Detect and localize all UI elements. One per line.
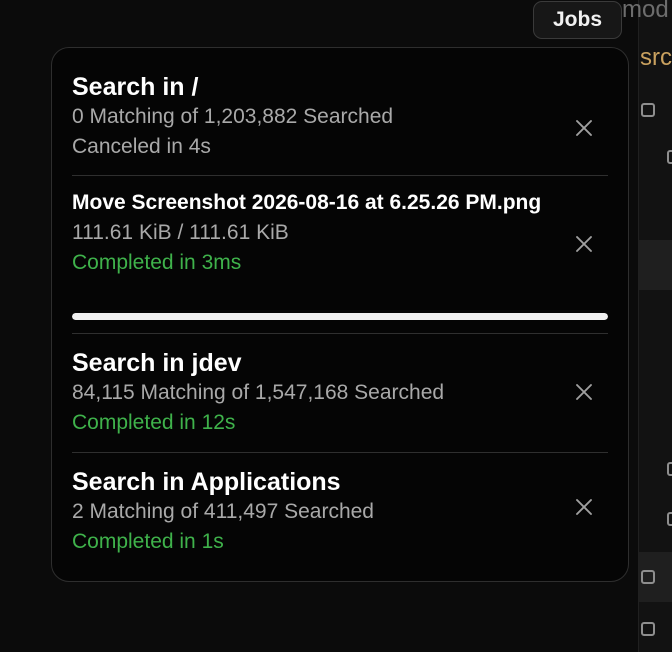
- close-icon: [576, 499, 592, 515]
- background-selected-row: [639, 240, 672, 290]
- folder-icon: [641, 622, 655, 636]
- job-status: Completed in 3ms: [72, 251, 242, 274]
- job-status: Canceled in 4s: [72, 135, 211, 158]
- job-item: Move Screenshot 2026-08-16 at 6.25.26 PM…: [72, 176, 608, 334]
- background-partial-text: mod: [622, 0, 669, 23]
- job-title: Search in /: [72, 73, 199, 101]
- dismiss-job-button[interactable]: [574, 497, 594, 517]
- stage: mod src Jobs Search in / 0 Matching of 1…: [0, 0, 672, 652]
- job-item: Search in jdev 84,115 Matching of 1,547,…: [72, 334, 608, 453]
- job-item: Search in / 0 Matching of 1,203,882 Sear…: [72, 58, 608, 176]
- job-title: Search in jdev: [72, 349, 242, 377]
- file-icon: [667, 462, 672, 476]
- close-icon: [576, 236, 592, 252]
- dismiss-job-button[interactable]: [574, 118, 594, 138]
- dismiss-job-button[interactable]: [574, 234, 594, 254]
- job-detail: 2 Matching of 411,497 Searched: [72, 500, 374, 523]
- jobs-panel: Search in / 0 Matching of 1,203,882 Sear…: [51, 47, 629, 582]
- job-item: Search in Applications 2 Matching of 411…: [72, 453, 608, 571]
- job-detail: 84,115 Matching of 1,547,168 Searched: [72, 381, 445, 404]
- job-status: Completed in 1s: [72, 530, 224, 553]
- job-progress-fill: [72, 313, 608, 320]
- jobs-button[interactable]: Jobs: [533, 1, 622, 39]
- job-title: Search in Applications: [72, 468, 341, 496]
- close-icon: [576, 384, 592, 400]
- background-folder-name: src: [640, 44, 672, 71]
- job-progress-bar: [72, 313, 608, 320]
- job-detail: 111.61 KiB / 111.61 KiB: [72, 221, 289, 244]
- dismiss-job-button[interactable]: [574, 382, 594, 402]
- job-title: Move Screenshot 2026-08-16 at 6.25.26 PM…: [72, 191, 542, 214]
- job-detail: 0 Matching of 1,203,882 Searched: [72, 105, 394, 128]
- file-icon: [667, 150, 672, 164]
- folder-icon: [641, 103, 655, 117]
- close-icon: [576, 120, 592, 136]
- job-status: Completed in 12s: [72, 411, 236, 434]
- file-icon: [667, 512, 672, 526]
- folder-icon: [641, 570, 655, 584]
